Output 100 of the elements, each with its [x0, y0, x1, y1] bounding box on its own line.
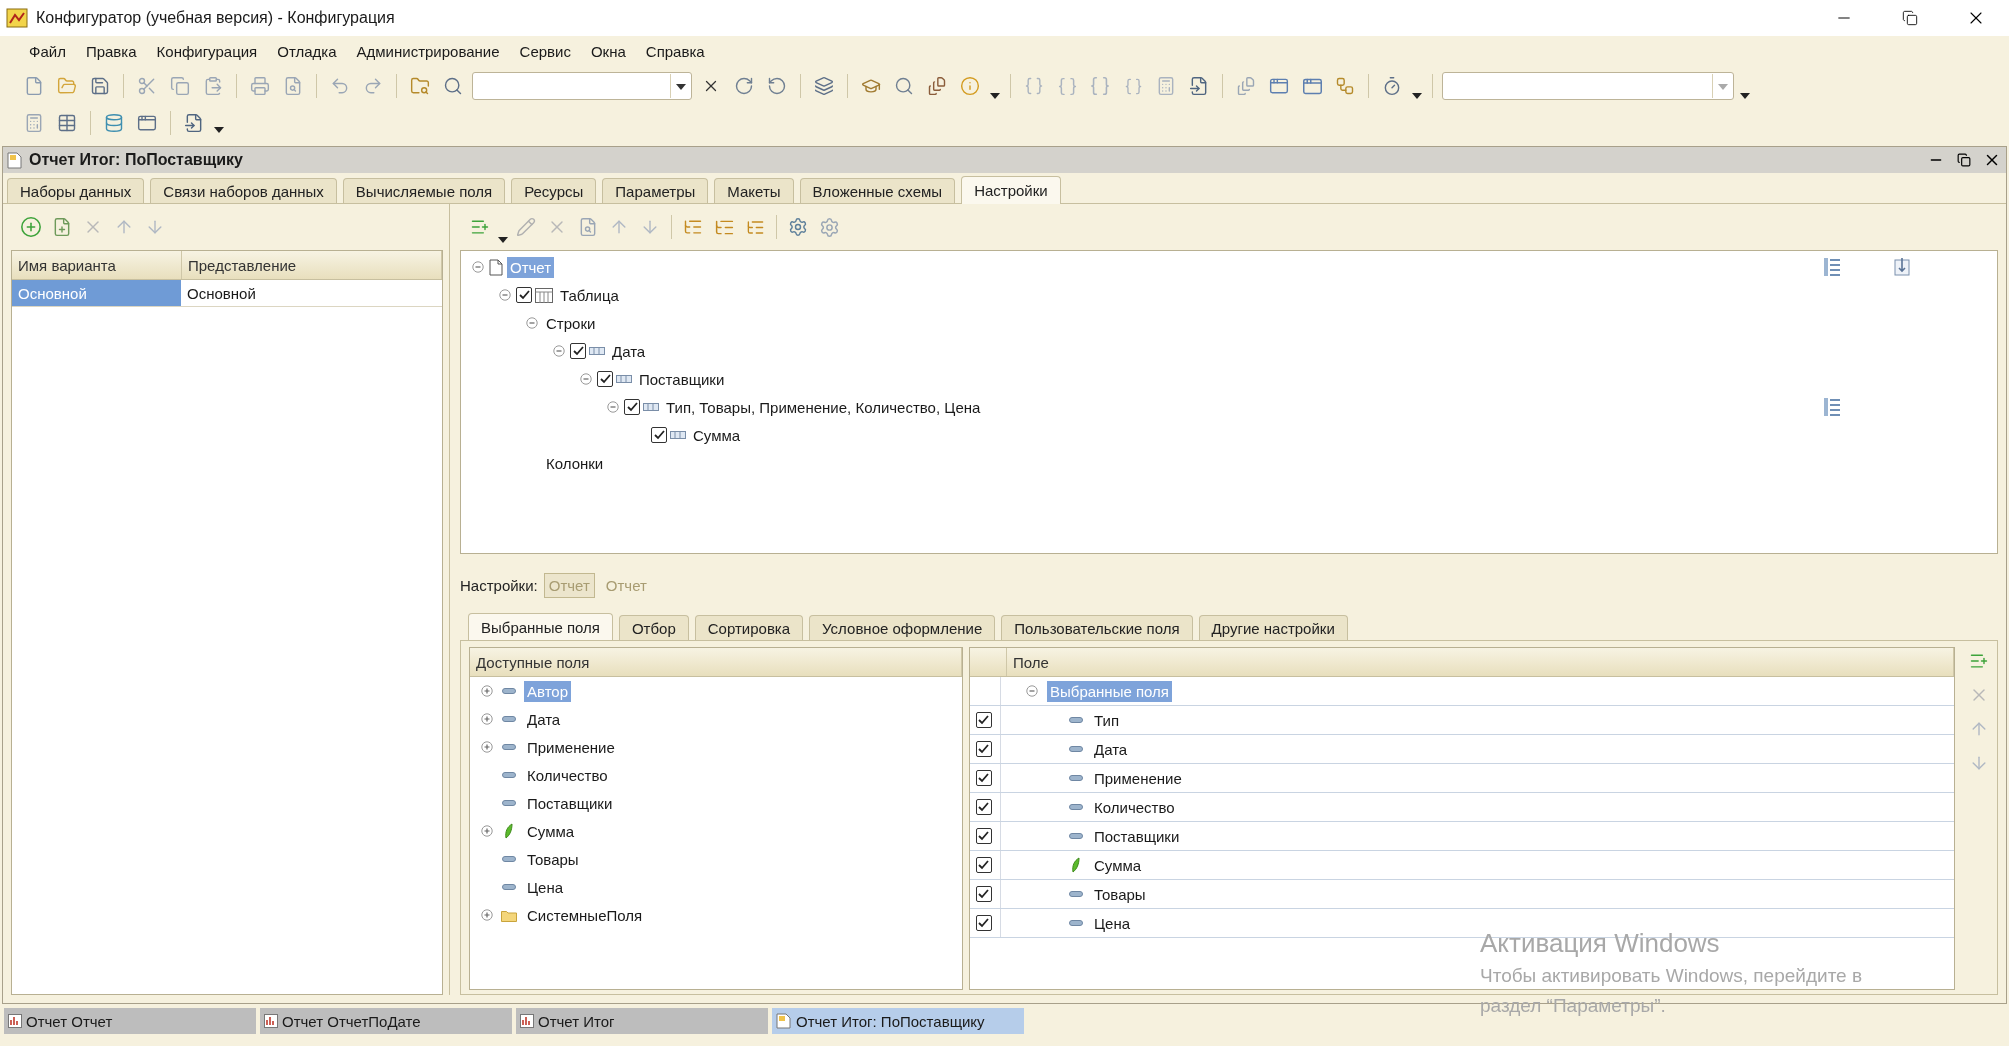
tree-node[interactable]: Сумма — [690, 424, 744, 446]
column-header[interactable]: Имя варианта — [12, 251, 182, 279]
field-item[interactable]: Дата — [1091, 738, 1131, 760]
field-item[interactable]: Тип — [1091, 709, 1122, 731]
tree-node[interactable]: Поставщики — [636, 368, 728, 390]
menu-item[interactable]: Справка — [638, 40, 712, 62]
column-header[interactable]: Доступные поля — [470, 648, 962, 676]
restore-icon[interactable] — [1902, 10, 1918, 26]
tab[interactable]: Отбор — [618, 615, 689, 640]
activation-title: Активация Windows — [1480, 928, 1721, 959]
tab[interactable]: Вычисляемые поля — [342, 178, 506, 203]
tab[interactable]: Связи наборов данных — [150, 178, 337, 203]
caret-icon[interactable] — [1411, 92, 1423, 100]
field-icon — [1069, 746, 1083, 752]
combo-field[interactable] — [1442, 72, 1734, 100]
window-title: Конфигуратор (учебная версия) - Конфигурация — [36, 9, 396, 27]
column-header[interactable]: Представление — [182, 251, 442, 279]
field-icon — [502, 744, 516, 750]
field-item[interactable]: Товары — [1091, 883, 1149, 905]
tab[interactable]: Вложенные схемы — [799, 178, 956, 203]
window-tab[interactable]: Отчет Итог — [516, 1008, 768, 1034]
caret-icon[interactable] — [989, 92, 1001, 100]
field-item[interactable]: Сумма — [1091, 854, 1145, 876]
tab[interactable]: Выбранные поля — [468, 613, 613, 641]
menu-item[interactable]: Файл — [22, 40, 73, 62]
collapse-icon[interactable] — [1026, 685, 1038, 697]
checkbox[interactable] — [975, 857, 992, 873]
field-item[interactable]: Цена — [524, 876, 567, 898]
collapse-icon[interactable] — [580, 373, 592, 385]
checkbox[interactable] — [597, 371, 613, 387]
checkbox[interactable] — [651, 427, 667, 443]
collapse-icon[interactable] — [607, 401, 619, 413]
expand-icon[interactable] — [481, 825, 493, 837]
window-tab[interactable]: Отчет ОтчетПоДате — [260, 1008, 512, 1034]
tab[interactable]: Пользовательские поля — [1001, 615, 1193, 640]
field-item[interactable]: Поставщики — [1091, 825, 1183, 847]
menu-item[interactable]: Сервис — [512, 40, 578, 62]
field-item[interactable]: СистемныеПоля — [524, 904, 646, 926]
checkbox[interactable] — [975, 799, 992, 815]
tab[interactable]: Сортировка — [694, 615, 804, 640]
folder-icon — [501, 908, 517, 922]
field-item[interactable]: Количество — [524, 764, 611, 786]
tree-node[interactable]: Строки — [543, 312, 599, 334]
settings-label: Настройки: — [460, 576, 538, 594]
document-icon — [489, 258, 503, 276]
collapse-icon[interactable] — [526, 317, 538, 329]
expand-icon[interactable] — [481, 713, 493, 725]
tab[interactable]: Ресурсы — [511, 178, 597, 203]
restore-icon[interactable] — [1957, 153, 1971, 167]
expand-icon[interactable] — [481, 685, 493, 697]
expand-icon[interactable] — [481, 909, 493, 921]
caret-icon[interactable] — [213, 126, 225, 134]
tree-node[interactable]: Дата — [609, 340, 649, 362]
checkbox[interactable] — [975, 915, 992, 931]
tab[interactable]: Условное оформление — [809, 615, 996, 640]
tab[interactable]: Настройки — [961, 176, 1061, 204]
checkbox[interactable] — [975, 828, 992, 844]
checkbox[interactable] — [516, 287, 532, 303]
tab[interactable]: Другие настройки — [1198, 615, 1348, 640]
collapse-icon[interactable] — [553, 345, 565, 357]
window-tab[interactable]: Отчет Отчет — [4, 1008, 256, 1034]
collapse-icon[interactable] — [472, 261, 484, 273]
search-field[interactable] — [472, 72, 692, 100]
checkbox[interactable] — [975, 741, 992, 757]
field-item[interactable]: Сумма — [524, 820, 578, 842]
tree-node[interactable]: Тип, Товары, Применение, Количество, Цена — [663, 396, 984, 418]
menu-item[interactable]: Конфигурация — [149, 40, 265, 62]
field-item[interactable]: Применение — [1091, 767, 1185, 789]
menu-item[interactable]: Окна — [583, 40, 633, 62]
tree-node[interactable]: Таблица — [557, 284, 622, 306]
field-item[interactable]: Поставщики — [524, 792, 616, 814]
field-item[interactable]: Дата — [524, 708, 564, 730]
caret-icon[interactable] — [1739, 92, 1751, 100]
tab[interactable]: Наборы данных — [7, 178, 145, 203]
checkbox[interactable] — [975, 770, 992, 786]
collapse-icon[interactable] — [499, 289, 511, 301]
tab[interactable]: Макеты — [714, 178, 794, 203]
checkbox[interactable] — [975, 886, 992, 902]
field-icon — [502, 772, 516, 778]
field-icon — [502, 884, 516, 890]
field-item[interactable]: Количество — [1091, 796, 1178, 818]
field-icon — [1069, 775, 1083, 781]
menu-item[interactable]: Отладка — [270, 40, 344, 62]
pin-icon[interactable] — [1892, 257, 1912, 277]
menu-item[interactable]: Правка — [78, 40, 144, 62]
checkbox[interactable] — [624, 399, 640, 415]
list-settings-icon[interactable] — [1822, 397, 1842, 417]
caret-icon[interactable] — [497, 236, 509, 244]
chart-icon — [264, 1014, 278, 1028]
checkbox[interactable] — [975, 712, 992, 728]
field-item[interactable]: Товары — [524, 848, 582, 870]
field-item[interactable]: Цена — [1091, 912, 1134, 934]
checkbox[interactable] — [570, 343, 586, 359]
tab[interactable]: Параметры — [602, 178, 709, 203]
expand-icon[interactable] — [481, 741, 493, 753]
field-item[interactable]: Применение — [524, 736, 618, 758]
window-tab[interactable]: Отчет Итог: ПоПоставщику — [772, 1008, 1024, 1034]
tree-node[interactable]: Колонки — [543, 452, 607, 474]
list-settings-icon[interactable] — [1822, 257, 1842, 277]
menu-item[interactable]: Администрирование — [349, 40, 507, 62]
